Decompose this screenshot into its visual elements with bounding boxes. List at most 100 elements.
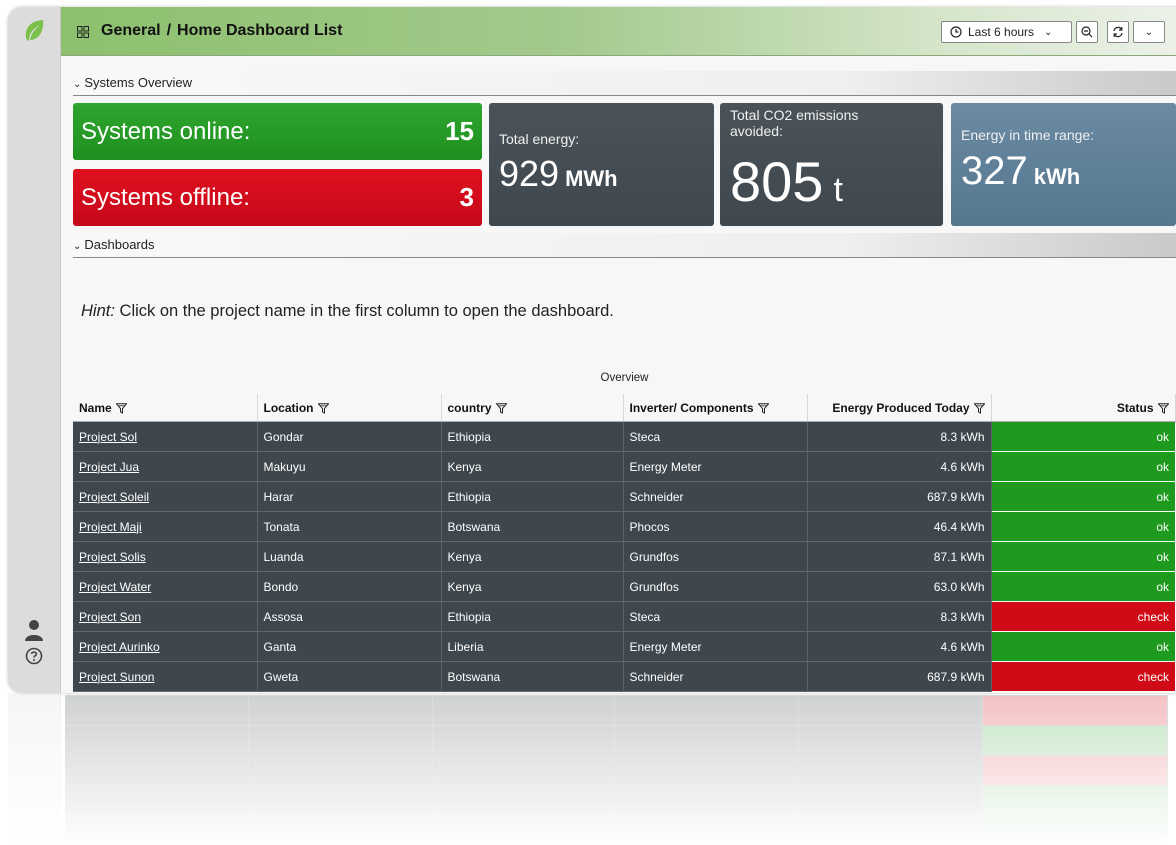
co2-label-line2: avoided: xyxy=(730,123,783,139)
country-cell: Liberia xyxy=(441,631,624,662)
status-cell: ok xyxy=(991,481,1175,512)
energy-cell: 687.9 kWh xyxy=(807,481,992,512)
column-header[interactable]: Inverter/ Components xyxy=(623,394,808,422)
systems-online-panel: Systems online: 15 xyxy=(73,103,482,160)
time-range-picker[interactable]: Last 6 hours ⌄ xyxy=(941,21,1072,43)
project-name-link[interactable]: Project Sol xyxy=(73,421,258,452)
collapse-caret-icon: ⌄ xyxy=(73,79,82,90)
status-cell: ok xyxy=(991,451,1175,482)
project-name-link[interactable]: Project Soleil xyxy=(73,481,258,512)
country-cell: Ethiopia xyxy=(441,601,624,632)
country-cell: Kenya xyxy=(441,571,624,602)
column-header-label: Location xyxy=(263,400,314,415)
systems-offline-panel: Systems offline: 3 xyxy=(73,169,482,226)
zoom-out-icon xyxy=(1081,26,1093,38)
country-cell: Kenya xyxy=(441,541,624,572)
project-name-link[interactable]: Project Jua xyxy=(73,451,258,482)
location-cell: Bondo xyxy=(257,571,442,602)
reflection-cell xyxy=(799,695,983,725)
filter-icon[interactable] xyxy=(495,402,507,414)
energy-cell: 687.9 kWh xyxy=(807,661,992,692)
reflection-row xyxy=(65,815,1168,845)
filter-icon[interactable] xyxy=(973,402,985,414)
overview-table: Name Location country Inverter/ Components E… xyxy=(73,394,1176,692)
row-systems-overview[interactable]: ⌄ Systems Overview xyxy=(73,71,1176,96)
chevron-down-icon: ⌄ xyxy=(1044,26,1053,38)
reflection-rows xyxy=(65,695,1168,845)
filter-icon[interactable] xyxy=(1157,402,1169,414)
inverter-cell: Grundfos xyxy=(623,541,808,572)
reflection-cell xyxy=(65,815,249,845)
column-header[interactable]: Status xyxy=(991,394,1176,422)
filter-icon[interactable] xyxy=(757,402,769,414)
systems-online-value: 15 xyxy=(445,116,474,146)
energy-cell: 4.6 kWh xyxy=(807,451,992,482)
country-cell: Ethiopia xyxy=(441,481,624,512)
filter-icon[interactable] xyxy=(115,402,127,414)
co2-value: 805 xyxy=(730,150,824,213)
reflection-cell xyxy=(433,755,615,785)
status-cell: check xyxy=(991,601,1175,632)
location-cell: Ganta xyxy=(257,631,442,662)
energy-time-range-unit: kWh xyxy=(1033,164,1081,189)
hint-text: Hint: Click on the project name in the f… xyxy=(81,302,614,321)
energy-time-range-readout: 327 kWh xyxy=(961,149,1080,194)
reflection-cell xyxy=(433,695,615,725)
refresh-interval-dropdown[interactable]: ⌄ xyxy=(1133,21,1165,43)
project-name-link[interactable]: Project Solis xyxy=(73,541,258,572)
column-header[interactable]: Location xyxy=(257,394,442,422)
column-header[interactable]: Energy Produced Today xyxy=(807,394,992,422)
co2-readout: 805 t xyxy=(730,149,843,214)
reflection-cell xyxy=(249,695,433,725)
project-name-link[interactable]: Project Son xyxy=(73,601,258,632)
reflection-cell xyxy=(983,785,1168,815)
reflection-cell xyxy=(65,725,249,755)
column-header[interactable]: country xyxy=(441,394,624,422)
grid-icon[interactable] xyxy=(77,26,89,38)
refresh-button[interactable] xyxy=(1107,21,1129,43)
project-name-link[interactable]: Project Maji xyxy=(73,511,258,542)
app-window: General / Home Dashboard List Last 6 hours… xyxy=(8,7,1176,693)
table-row: Project Aurinko Ganta Liberia Energy Meter 4… xyxy=(73,631,1175,662)
page-title[interactable]: Home Dashboard List xyxy=(177,22,342,39)
inverter-cell: Phocos xyxy=(623,511,808,542)
location-cell: Luanda xyxy=(257,541,442,572)
reflection-cell xyxy=(65,785,249,815)
project-name-link[interactable]: Project Sunon xyxy=(73,661,258,692)
refresh-icon xyxy=(1113,26,1123,38)
reflection-cell xyxy=(65,755,249,785)
reflection-cell xyxy=(433,785,615,815)
column-header[interactable]: Name xyxy=(73,394,258,422)
co2-label: Total CO2 emissions avoided: xyxy=(730,107,858,139)
total-energy-value: 929 xyxy=(499,153,560,194)
reflection-cell xyxy=(615,755,799,785)
user-icon[interactable] xyxy=(24,619,44,641)
reflection-cell xyxy=(983,725,1168,755)
leaf-icon[interactable] xyxy=(23,19,45,43)
reflection-cell xyxy=(983,755,1168,785)
reflection-cell xyxy=(249,815,433,845)
project-name-link[interactable]: Project Aurinko xyxy=(73,631,258,662)
energy-cell: 8.3 kWh xyxy=(807,601,992,632)
inverter-cell: Energy Meter xyxy=(623,631,808,662)
country-cell: Kenya xyxy=(441,451,624,482)
reflection-cell xyxy=(615,785,799,815)
breadcrumb-separator: / xyxy=(166,22,172,39)
help-icon[interactable] xyxy=(25,647,43,665)
reflection-cell xyxy=(249,785,433,815)
inverter-cell: Schneider xyxy=(623,661,808,692)
table-title: Overview xyxy=(600,372,649,384)
zoom-out-button[interactable] xyxy=(1076,21,1098,43)
row-title: Dashboards xyxy=(84,237,155,252)
reflection-cell xyxy=(615,815,799,845)
project-name-link[interactable]: Project Water xyxy=(73,571,258,602)
row-dashboards[interactable]: ⌄ Dashboards xyxy=(73,233,1176,258)
breadcrumb-folder[interactable]: General xyxy=(101,22,161,39)
hint-message: Click on the project name in the first c… xyxy=(114,302,614,320)
location-cell: Tonata xyxy=(257,511,442,542)
column-header-label: Name xyxy=(79,400,112,415)
filter-icon[interactable] xyxy=(317,402,329,414)
table-row: Project Solis Luanda Kenya Grundfos 87.1 kWh… xyxy=(73,541,1175,572)
location-cell: Makuyu xyxy=(257,451,442,482)
inverter-cell: Energy Meter xyxy=(623,451,808,482)
